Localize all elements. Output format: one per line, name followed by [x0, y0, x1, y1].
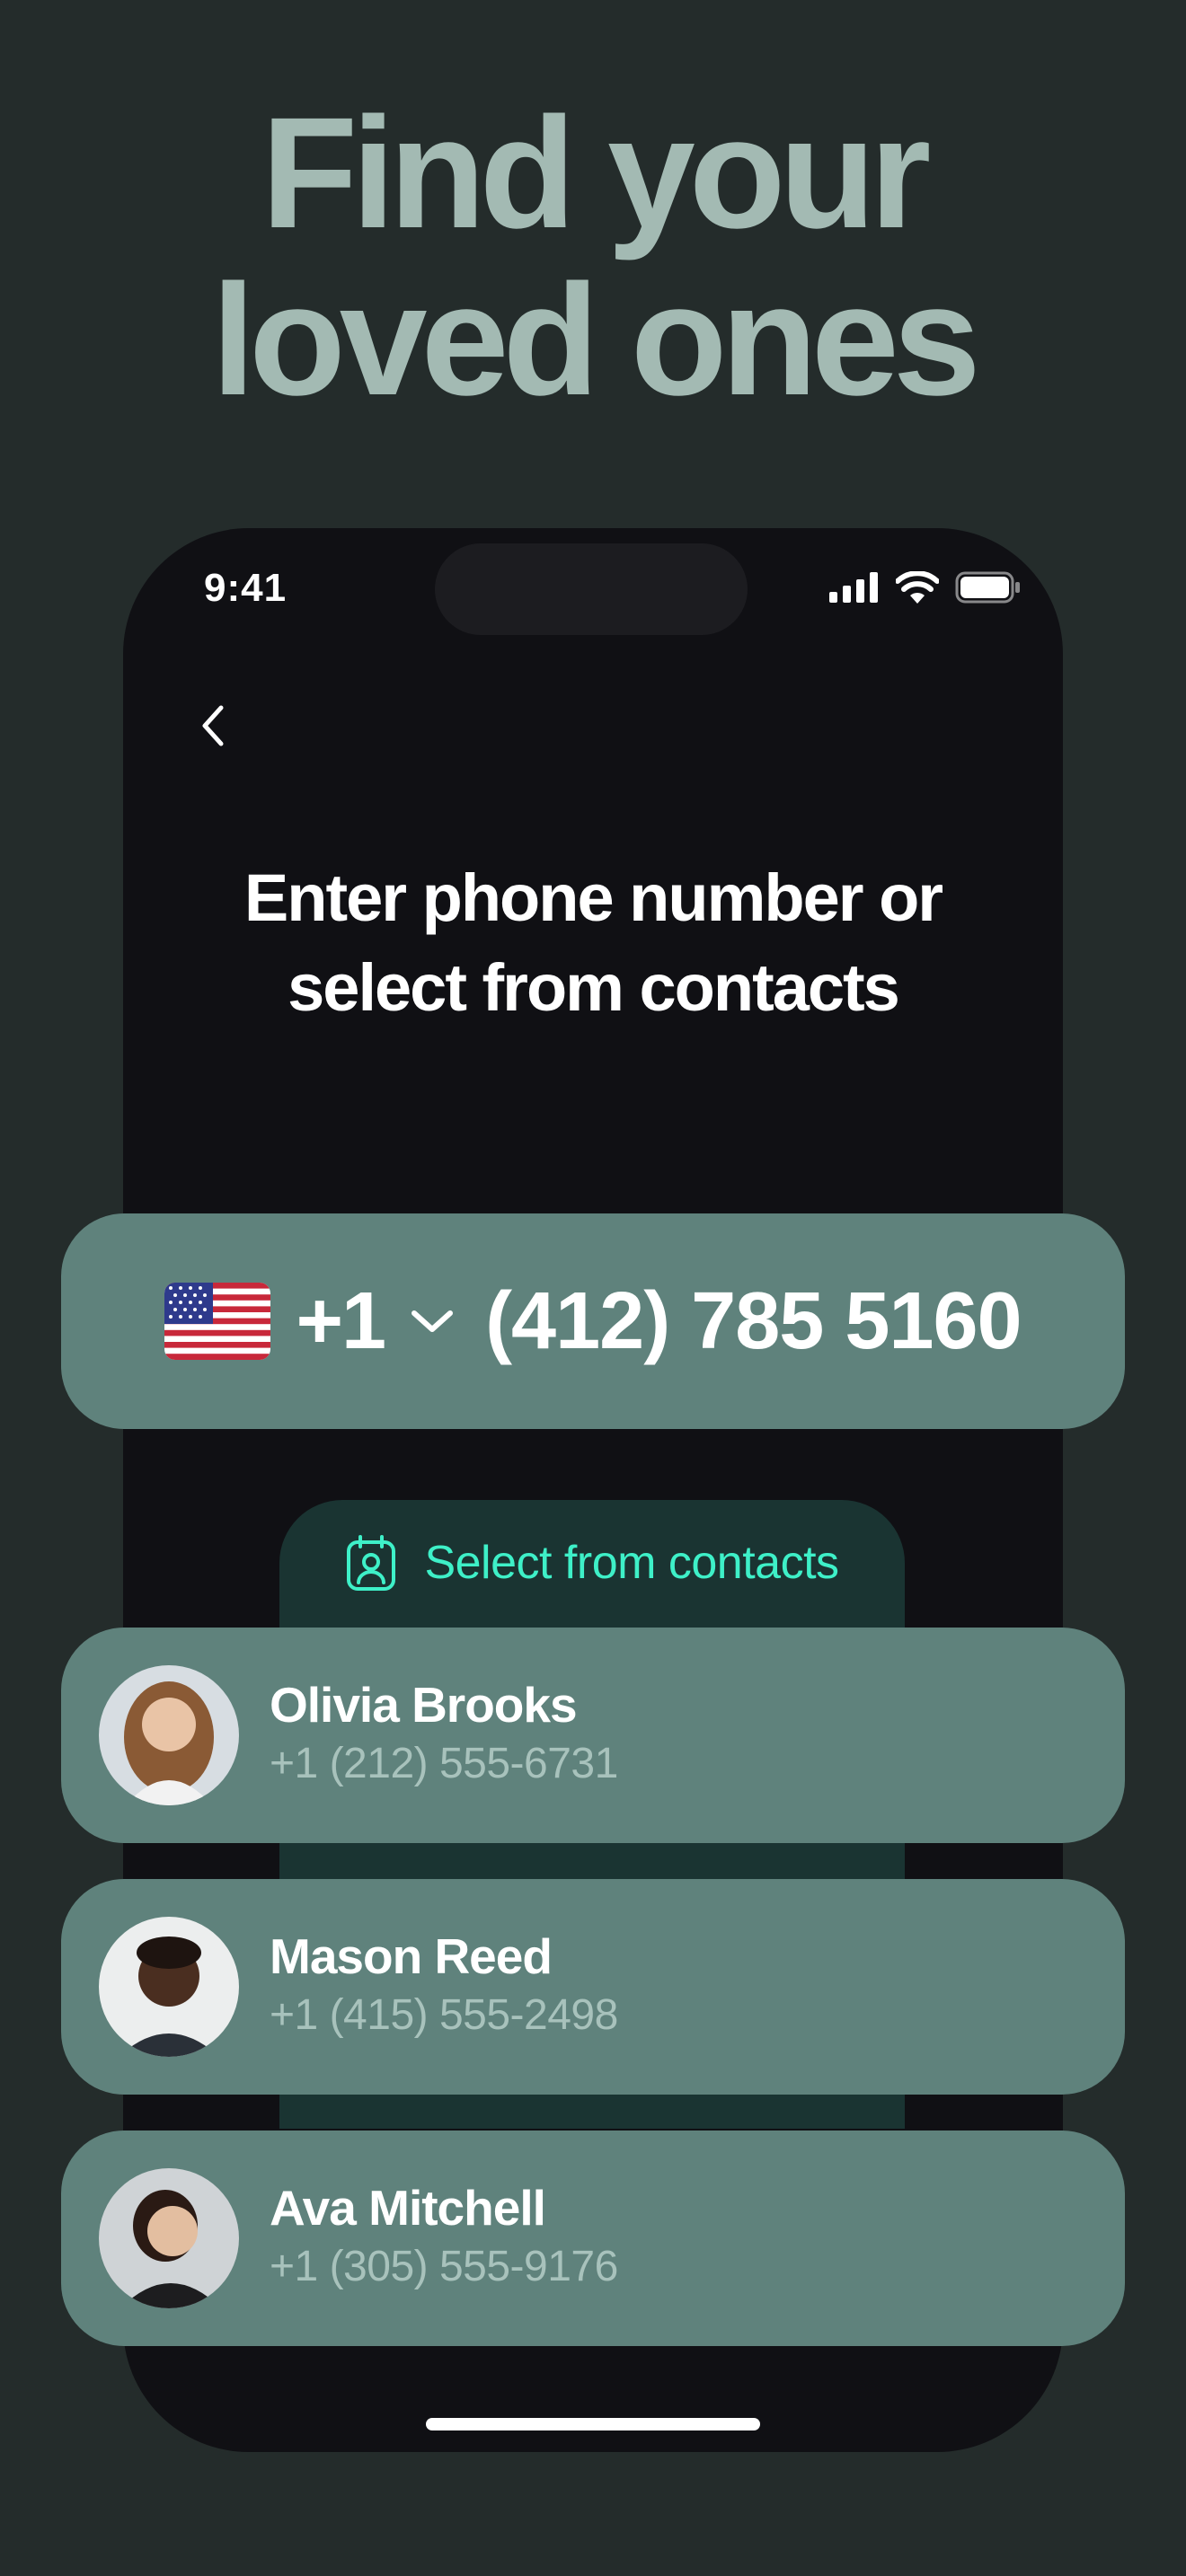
phone-number-value[interactable]: (412) 785 5160	[485, 1275, 1022, 1368]
back-button[interactable]	[177, 690, 249, 762]
contact-name: Ava Mitchell	[270, 2180, 546, 2236]
battery-icon	[955, 571, 1020, 604]
chevron-down-icon[interactable]	[410, 1308, 455, 1335]
phone-number-input[interactable]: +1 (412) 785 5160	[61, 1213, 1125, 1429]
contact-row[interactable]: Mason Reed +1 (415) 555-2498	[61, 1879, 1125, 2095]
contact-row[interactable]: Olivia Brooks +1 (212) 555-6731	[61, 1628, 1125, 1843]
select-from-contacts-button[interactable]: Select from contacts	[279, 1500, 905, 1626]
page-title: Enter phone number or select from contac…	[123, 853, 1063, 1033]
status-time: 9:41	[204, 566, 288, 610]
contact-name: Olivia Brooks	[270, 1677, 578, 1733]
country-code[interactable]: +1	[296, 1275, 386, 1368]
contact-avatar	[99, 1917, 239, 2057]
prompt-line-2: select from contacts	[288, 950, 900, 1025]
contact-avatar	[99, 2168, 239, 2308]
chevron-left-icon	[202, 705, 224, 746]
cellular-signal-icon	[829, 572, 878, 603]
home-indicator	[426, 2418, 760, 2430]
dynamic-island	[435, 543, 748, 635]
contact-row[interactable]: Ava Mitchell +1 (305) 555-9176	[61, 2130, 1125, 2346]
us-flag-icon	[164, 1283, 271, 1360]
prompt-line-1: Enter phone number or	[243, 860, 943, 935]
headline: Find your loved ones	[0, 90, 1186, 424]
contact-phone: +1 (415) 555-2498	[270, 1991, 618, 2039]
wifi-icon	[896, 571, 939, 604]
contact-avatar	[99, 1665, 239, 1805]
select-from-contacts-label: Select from contacts	[424, 1537, 839, 1589]
headline-line-1: Find your	[261, 85, 932, 261]
contact-name: Mason Reed	[270, 1928, 553, 1984]
status-icons	[829, 571, 1022, 604]
contact-book-icon	[347, 1535, 396, 1591]
headline-line-2: loved ones	[211, 252, 980, 428]
contact-phone: +1 (212) 555-6731	[270, 1740, 618, 1787]
contact-phone: +1 (305) 555-9176	[270, 2243, 618, 2290]
